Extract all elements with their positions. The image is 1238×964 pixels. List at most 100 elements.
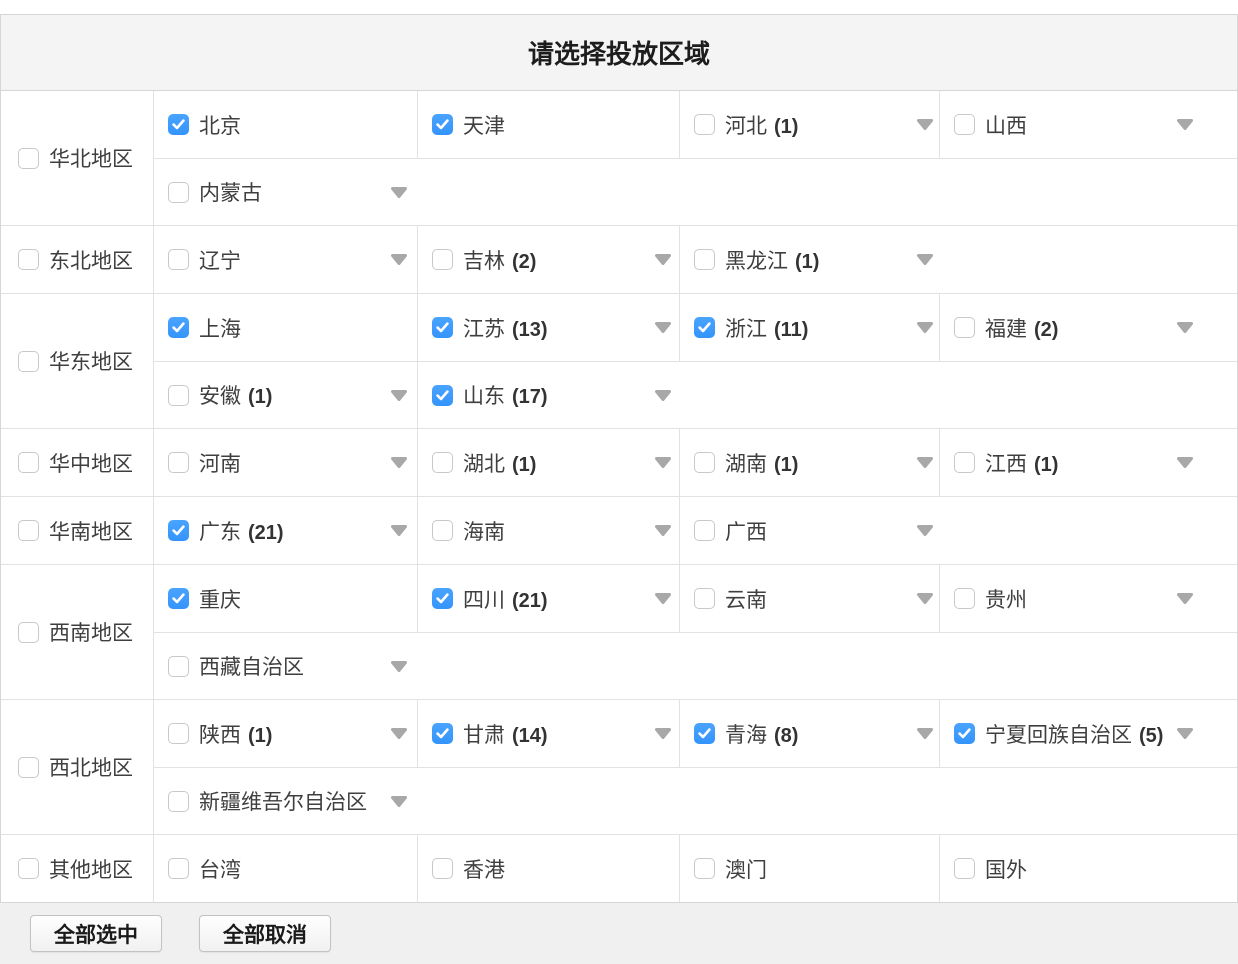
province-checkbox[interactable] [168, 249, 189, 270]
province-cell[interactable]: 国外 [939, 835, 1237, 902]
chevron-down-icon[interactable] [915, 118, 935, 131]
province-checkbox[interactable] [432, 249, 453, 270]
province-checkbox[interactable] [954, 317, 975, 338]
province-checkbox[interactable] [432, 452, 453, 473]
province-checkbox[interactable] [694, 858, 715, 879]
province-checkbox[interactable] [954, 858, 975, 879]
province-checkbox[interactable] [432, 317, 453, 338]
chevron-down-icon[interactable] [915, 253, 935, 266]
chevron-down-icon[interactable] [389, 456, 409, 469]
province-checkbox[interactable] [694, 317, 715, 338]
province-cell[interactable]: 重庆 [154, 565, 417, 632]
province-cell[interactable]: 广东 (21) [154, 497, 417, 564]
chevron-down-icon[interactable] [915, 727, 935, 740]
province-checkbox[interactable] [168, 791, 189, 812]
province-checkbox[interactable] [954, 114, 975, 135]
region-label-cell[interactable]: 华东地区 [1, 294, 153, 428]
province-checkbox[interactable] [432, 385, 453, 406]
region-checkbox[interactable] [18, 622, 39, 643]
province-cell[interactable]: 陕西 (1) [154, 700, 417, 767]
region-checkbox[interactable] [18, 351, 39, 372]
region-label-cell[interactable]: 东北地区 [1, 226, 153, 293]
province-cell[interactable]: 福建 (2) [939, 294, 1237, 361]
chevron-down-icon[interactable] [389, 253, 409, 266]
province-checkbox[interactable] [694, 723, 715, 744]
province-cell[interactable]: 广西 [679, 497, 939, 564]
province-cell[interactable]: 吉林 (2) [417, 226, 679, 293]
region-checkbox[interactable] [18, 858, 39, 879]
province-checkbox[interactable] [168, 114, 189, 135]
region-label-cell[interactable]: 华南地区 [1, 497, 153, 564]
province-cell[interactable]: 安徽 (1) [154, 362, 417, 428]
province-cell[interactable]: 甘肃 (14) [417, 700, 679, 767]
chevron-down-icon[interactable] [389, 727, 409, 740]
province-checkbox[interactable] [168, 588, 189, 609]
chevron-down-icon[interactable] [653, 321, 673, 334]
province-cell[interactable]: 江西 (1) [939, 429, 1237, 496]
chevron-down-icon[interactable] [915, 524, 935, 537]
province-checkbox[interactable] [168, 858, 189, 879]
province-cell[interactable]: 河南 [154, 429, 417, 496]
chevron-down-icon[interactable] [389, 186, 409, 199]
province-cell[interactable]: 贵州 [939, 565, 1237, 632]
province-checkbox[interactable] [168, 452, 189, 473]
chevron-down-icon[interactable] [1175, 592, 1195, 605]
province-checkbox[interactable] [168, 520, 189, 541]
chevron-down-icon[interactable] [915, 592, 935, 605]
region-checkbox[interactable] [18, 249, 39, 270]
chevron-down-icon[interactable] [1175, 321, 1195, 334]
province-checkbox[interactable] [168, 182, 189, 203]
province-cell[interactable]: 香港 [417, 835, 679, 902]
province-checkbox[interactable] [694, 588, 715, 609]
province-checkbox[interactable] [168, 723, 189, 744]
province-cell[interactable]: 澳门 [679, 835, 939, 902]
chevron-down-icon[interactable] [389, 795, 409, 808]
province-checkbox[interactable] [694, 452, 715, 473]
chevron-down-icon[interactable] [1175, 727, 1195, 740]
chevron-down-icon[interactable] [389, 524, 409, 537]
province-checkbox[interactable] [954, 723, 975, 744]
cancel-all-button[interactable]: 全部取消 [199, 915, 331, 952]
chevron-down-icon[interactable] [653, 592, 673, 605]
province-checkbox[interactable] [168, 656, 189, 677]
province-checkbox[interactable] [694, 114, 715, 135]
chevron-down-icon[interactable] [915, 456, 935, 469]
province-checkbox[interactable] [432, 858, 453, 879]
province-cell[interactable]: 山西 [939, 91, 1237, 158]
province-checkbox[interactable] [432, 520, 453, 541]
chevron-down-icon[interactable] [389, 660, 409, 673]
province-cell[interactable]: 天津 [417, 91, 679, 158]
province-cell[interactable]: 青海 (8) [679, 700, 939, 767]
province-cell[interactable]: 河北 (1) [679, 91, 939, 158]
chevron-down-icon[interactable] [653, 389, 673, 402]
region-checkbox[interactable] [18, 757, 39, 778]
province-cell[interactable]: 云南 [679, 565, 939, 632]
region-label-cell[interactable]: 西北地区 [1, 700, 153, 834]
province-checkbox[interactable] [432, 723, 453, 744]
province-checkbox[interactable] [168, 317, 189, 338]
province-cell[interactable]: 海南 [417, 497, 679, 564]
chevron-down-icon[interactable] [1175, 456, 1195, 469]
chevron-down-icon[interactable] [389, 389, 409, 402]
chevron-down-icon[interactable] [653, 253, 673, 266]
province-checkbox[interactable] [694, 520, 715, 541]
province-checkbox[interactable] [954, 588, 975, 609]
region-label-cell[interactable]: 华中地区 [1, 429, 153, 496]
province-cell[interactable]: 北京 [154, 91, 417, 158]
province-cell[interactable]: 台湾 [154, 835, 417, 902]
province-cell[interactable]: 西藏自治区 [154, 633, 417, 699]
province-cell[interactable]: 黑龙江 (1) [679, 226, 939, 293]
region-checkbox[interactable] [18, 148, 39, 169]
province-cell[interactable]: 浙江 (11) [679, 294, 939, 361]
chevron-down-icon[interactable] [653, 524, 673, 537]
select-all-button[interactable]: 全部选中 [30, 915, 162, 952]
chevron-down-icon[interactable] [1175, 118, 1195, 131]
province-cell[interactable]: 湖北 (1) [417, 429, 679, 496]
chevron-down-icon[interactable] [653, 727, 673, 740]
province-cell[interactable]: 山东 (17) [417, 362, 679, 428]
province-cell[interactable]: 上海 [154, 294, 417, 361]
province-cell[interactable]: 江苏 (13) [417, 294, 679, 361]
province-cell[interactable]: 辽宁 [154, 226, 417, 293]
province-cell[interactable]: 湖南 (1) [679, 429, 939, 496]
province-checkbox[interactable] [954, 452, 975, 473]
